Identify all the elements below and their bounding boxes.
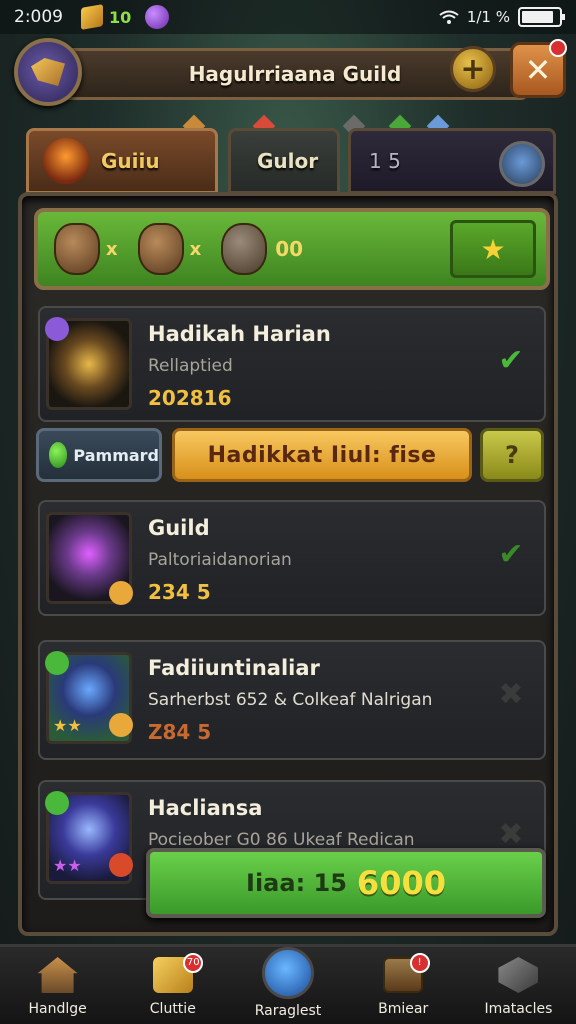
nav-label: Bmiear — [378, 1001, 429, 1017]
shield-icon — [499, 141, 545, 187]
quest-subtitle: Rellaptied — [148, 356, 233, 376]
add-button[interactable]: + — [450, 46, 496, 92]
quest-subtitle: Sarherbst 652 & Colkeaf Nalrigan — [148, 690, 433, 710]
action-row: Pammard Hadikkat Iiul: fise ? — [36, 428, 548, 486]
star-icon: ★ — [480, 232, 506, 266]
crystal-icon — [498, 957, 539, 993]
nav-item-raraglest[interactable]: Raraglest — [230, 947, 345, 1024]
total-value: 6000 — [356, 864, 446, 902]
quest-value: Z84 5 — [148, 720, 212, 744]
tab-guild[interactable]: Guiiu — [26, 128, 218, 194]
helmet-icon — [137, 223, 184, 275]
main-panel: x x 00 ★ Hadikah Harian Rellaptied 20281… — [18, 192, 558, 936]
notification-badge — [549, 39, 567, 57]
nav-item-cluttie[interactable]: 70 Cluttie — [115, 947, 230, 1024]
nav-label: Handlge — [28, 1001, 87, 1017]
coin-badge-icon — [109, 581, 133, 605]
quest-value: 202816 — [148, 386, 232, 410]
nav-item-handlge[interactable]: Handlge — [0, 947, 115, 1024]
total-label: Iiaa: 15 — [246, 869, 347, 897]
portal-orb-icon — [262, 947, 314, 999]
tab-label: 1 5 — [369, 149, 401, 173]
quest-title: Guild — [148, 516, 210, 540]
cross-icon: ✖ — [498, 817, 524, 852]
battery-icon — [518, 7, 565, 27]
emblem-shape — [31, 58, 65, 86]
green-badge-icon — [45, 651, 69, 675]
quest-title: Fadiiuntinaliar — [148, 656, 320, 680]
status-bar: 2:009 10 1/1 % — [0, 0, 576, 34]
quest-subtitle: Paltoriaidanorian — [148, 550, 292, 570]
star-button[interactable]: ★ — [450, 220, 536, 278]
total-banner[interactable]: Iiaa: 15 6000 — [146, 848, 546, 918]
check-icon: ✔ — [498, 343, 524, 378]
reward-bar: x x 00 ★ — [34, 208, 550, 290]
artifact-icon — [54, 223, 100, 275]
quest-card[interactable]: Hadikah Harian Rellaptied 202816 ✔ — [38, 306, 546, 422]
flame-icon — [43, 138, 89, 184]
nav-label: Imatacles — [484, 1001, 553, 1017]
close-icon: ✕ — [524, 51, 552, 89]
tab-label: Gulor — [257, 149, 319, 173]
gem-badge-icon — [45, 317, 69, 341]
tab-label: Guiiu — [101, 149, 160, 173]
signal-text: 1/1 % — [466, 8, 510, 26]
nav-item-imatacles[interactable]: Imatacles — [461, 947, 576, 1024]
smiley-icon — [49, 442, 68, 468]
quest-thumbnail — [46, 512, 133, 605]
quest-card[interactable]: Guild Paltoriaidanorian 234 5 ✔ — [38, 500, 546, 616]
header: Hagulrriaana Guild + ✕ — [10, 38, 570, 108]
bottom-nav: Handlge 70 Cluttie Raraglest ! Bmiear Im… — [0, 944, 576, 1024]
stone-icon — [221, 223, 268, 275]
gem-count: 10 — [109, 7, 132, 27]
red-badge-icon — [109, 853, 133, 877]
quest-thumbnail: ★★ — [45, 651, 133, 744]
house-icon — [37, 957, 78, 993]
reward-separator: x — [106, 238, 118, 260]
status-time: 2:009 — [14, 7, 63, 27]
tab-third[interactable]: 1 5 — [348, 128, 556, 194]
quest-title: Hadikah Harian — [148, 322, 331, 346]
quest-title: Hacliansa — [148, 796, 263, 820]
close-button[interactable]: ✕ — [510, 39, 567, 98]
check-icon: ✔ — [498, 537, 524, 572]
green-badge-icon — [45, 791, 69, 815]
reward-separator: x — [189, 238, 202, 260]
quest-thumbnail: ★★ — [45, 791, 133, 884]
tab-gulor[interactable]: Gulor — [228, 128, 340, 194]
claim-button[interactable]: Hadikkat Iiul: fise — [172, 428, 472, 482]
nav-label: Raraglest — [254, 1003, 322, 1019]
nav-badge: 70 — [183, 953, 204, 973]
purple-orb-icon — [145, 5, 170, 29]
cross-icon: ✖ — [498, 677, 524, 712]
nav-label: Cluttie — [149, 1001, 196, 1017]
nav-item-bmiear[interactable]: ! Bmiear — [346, 947, 461, 1024]
quest-thumbnail — [45, 317, 132, 410]
rating-stars: ★★ — [53, 716, 82, 735]
help-button[interactable]: ? — [480, 428, 544, 482]
guild-emblem-icon[interactable] — [14, 38, 82, 106]
pammard-label: Pammard — [73, 445, 159, 465]
quest-card[interactable]: ★★ Fadiiuntinaliar Sarherbst 652 & Colke… — [38, 640, 546, 760]
reward-amount: 00 — [275, 237, 304, 261]
pammard-button[interactable]: Pammard — [36, 428, 162, 482]
gold-cube-icon — [81, 4, 103, 30]
coin-badge-icon — [109, 713, 133, 737]
quest-value: 234 5 — [148, 580, 211, 604]
quest-subtitle: Pocieober G0 86 Ukeaf Redican — [148, 830, 415, 850]
rating-stars: ★★ — [53, 856, 82, 875]
status-right: 1/1 % — [439, 7, 565, 27]
tab-bar: Guiiu Gulor 1 5 — [26, 114, 556, 196]
nav-badge: ! — [409, 953, 430, 973]
wifi-icon — [439, 10, 459, 24]
